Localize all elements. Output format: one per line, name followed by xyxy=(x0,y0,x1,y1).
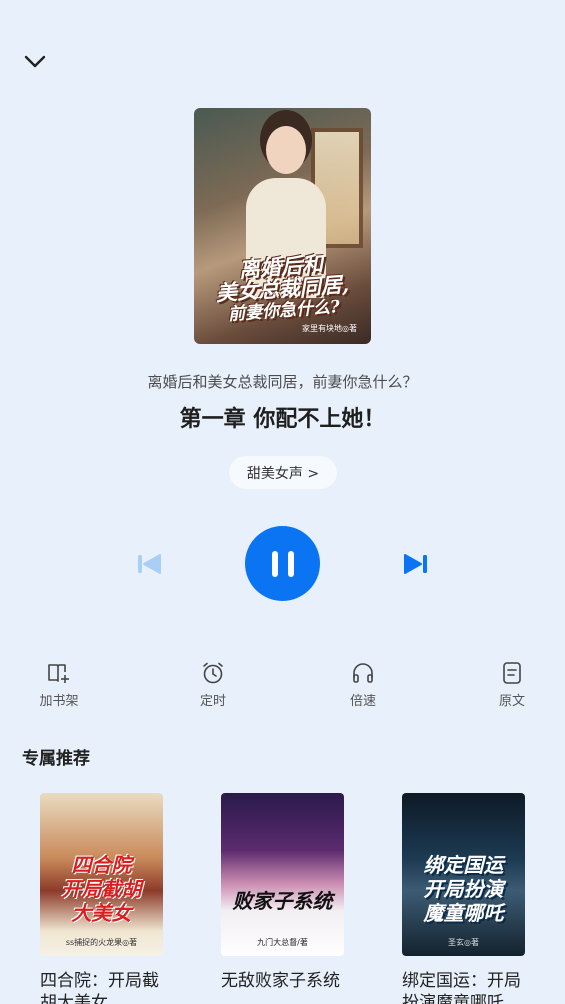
toolbar-label: 定时 xyxy=(199,694,226,709)
book-title: 离婚后和美女总裁同居，前妻你急什么？ xyxy=(147,373,418,391)
collapse-button[interactable] xyxy=(18,48,52,76)
recommendation-cover: 四合院 开局截胡 大美女 ss捕捉的火龙果◎著 xyxy=(40,793,163,956)
recommendation-cover: 败家子系统 九门大总督/著 xyxy=(221,793,344,956)
voice-label: 甜美女声 > xyxy=(246,465,320,482)
add-to-bookshelf-button[interactable]: 加书架 xyxy=(24,660,94,709)
toolbar-label: 倍速 xyxy=(349,694,376,709)
voice-selector-button[interactable]: 甜美女声 > xyxy=(229,456,337,489)
original-text-button[interactable]: 原文 xyxy=(477,660,547,709)
cover-author: ss捕捉的火龙果◎著 xyxy=(65,938,138,947)
skip-next-icon xyxy=(404,554,427,574)
recommendation-title: 无敌败家子系统 xyxy=(221,971,340,991)
toolbar-label: 原文 xyxy=(498,694,525,709)
recommendation-title: 四合院：开局截胡大美女 xyxy=(40,971,159,1004)
recommendation-card[interactable]: 四合院 开局截胡 大美女 ss捕捉的火龙果◎著 四合院：开局截胡大美女 xyxy=(40,793,168,1004)
cover-title: 绑定国运 开局扮演 魔童哪吒 xyxy=(423,853,504,925)
cover-title: 败家子系统 xyxy=(232,889,333,913)
alarm-clock-icon xyxy=(203,662,223,684)
chapter-title: 第一章 你配不上她！ xyxy=(179,407,386,432)
skip-previous-icon xyxy=(138,554,161,574)
document-icon xyxy=(503,662,521,684)
cover-author: 圣玄◎著 xyxy=(448,938,479,947)
headphones-icon xyxy=(353,663,373,683)
cover-author: 九门大总督/著 xyxy=(257,938,308,947)
next-chapter-button[interactable] xyxy=(402,550,430,578)
previous-chapter-button[interactable] xyxy=(135,550,163,578)
sleep-timer-button[interactable]: 定时 xyxy=(178,660,248,709)
cover-title: 四合院 开局截胡 大美女 xyxy=(61,853,142,925)
recommendation-title: 绑定国运：开局扮演魔童哪吒 xyxy=(402,971,521,1004)
cover-author: 家里有块地◎著 xyxy=(302,324,357,333)
recommendation-card[interactable]: 绑定国运 开局扮演 魔童哪吒 圣玄◎著 绑定国运：开局扮演魔童哪吒 xyxy=(402,793,530,1004)
add-bookshelf-icon xyxy=(48,664,69,683)
recommendations-heading: 专属推荐 xyxy=(22,749,90,769)
pause-icon xyxy=(271,550,294,577)
recommendation-card[interactable]: 败家子系统 九门大总督/著 无敌败家子系统 xyxy=(221,793,349,992)
chevron-down-icon xyxy=(24,55,46,68)
play-pause-button[interactable] xyxy=(245,526,320,601)
toolbar-label: 加书架 xyxy=(39,694,79,709)
recommendation-cover: 绑定国运 开局扮演 魔童哪吒 圣玄◎著 xyxy=(402,793,525,956)
cover-title: 离婚后和 美女总裁同居, 前妻你急什么? xyxy=(215,251,350,325)
book-cover: 离婚后和 美女总裁同居, 前妻你急什么? 家里有块地◎著 xyxy=(194,108,371,344)
playback-speed-button[interactable]: 倍速 xyxy=(328,660,398,709)
